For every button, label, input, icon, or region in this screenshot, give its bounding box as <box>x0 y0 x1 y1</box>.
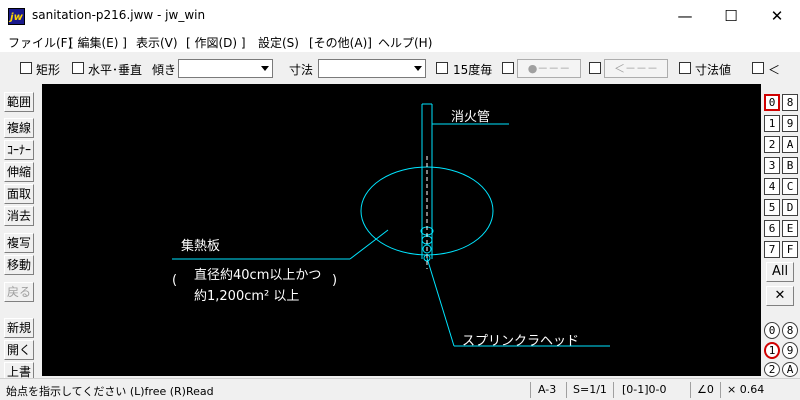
lt-checkbox[interactable] <box>752 62 764 74</box>
layer-9-button[interactable]: 9 <box>782 115 798 132</box>
layer-c-button[interactable]: C <box>782 178 798 195</box>
status-divider <box>566 382 567 398</box>
arrow-line-button[interactable]: ＜－－－ <box>604 59 668 78</box>
hv-label: 水平･垂直 <box>88 63 143 77</box>
layer-cross-button[interactable]: ✕ <box>766 286 794 306</box>
group-a-button[interactable]: A <box>782 362 798 377</box>
tool-chamfer[interactable]: 面取 <box>4 184 34 204</box>
status-divider <box>720 382 721 398</box>
tool-move[interactable]: 移動 <box>4 255 34 275</box>
drawing-svg <box>172 103 610 347</box>
minimize-button[interactable]: — <box>662 0 708 32</box>
layer-3-button[interactable]: 3 <box>764 157 780 174</box>
tool-range[interactable]: 範囲 <box>4 92 34 112</box>
toolbar: 矩形 水平･垂直 傾き 寸法 15度毎 ●－－－ ＜－－－ 寸法値 ＜ <box>0 52 800 84</box>
jw-app-icon[interactable]: jw <box>8 8 25 25</box>
group-1-button[interactable]: 1 <box>764 342 780 359</box>
dimvalue-label: 寸法値 <box>695 63 732 77</box>
note-paren-open: ( <box>172 273 178 288</box>
hv-checkbox[interactable] <box>72 62 84 74</box>
menu-draw[interactable]: [ 作図(D) ] <box>186 34 246 51</box>
tool-undo[interactable]: 戻る <box>4 282 34 302</box>
tool-corner[interactable]: ｺｰﾅｰ <box>4 140 34 160</box>
collector-leader-diagonal <box>349 229 389 260</box>
layer-f-button[interactable]: F <box>782 241 798 258</box>
tool-new[interactable]: 新規 <box>4 318 34 338</box>
status-bar: 始点を指示してください (L)free (R)Read A-3 S=1/1 [0… <box>0 378 800 400</box>
angle-label: 傾き <box>152 63 177 77</box>
layer-0-button[interactable]: 0 <box>764 94 780 111</box>
status-divider <box>690 382 691 398</box>
step15-checkbox[interactable] <box>436 62 448 74</box>
menu-bar: ファイル(F) [ 編集(E) ] 表示(V) [ 作図(D) ] 設定(S) … <box>0 32 800 52</box>
title-bar: jw sanitation-p216.jww - jw_win — ☐ ✕ <box>0 0 800 32</box>
circle-option-checkbox[interactable] <box>502 62 514 74</box>
layer-b-button[interactable]: B <box>782 157 798 174</box>
menu-help[interactable]: ヘルプ(H) <box>378 34 432 51</box>
dimension-combo[interactable] <box>318 59 426 78</box>
layer-1-button[interactable]: 1 <box>764 115 780 132</box>
layer-6-button[interactable]: 6 <box>764 220 780 237</box>
menu-other[interactable]: [その他(A)] <box>309 34 372 51</box>
layer-a-button[interactable]: A <box>782 136 798 153</box>
group-8-button[interactable]: 8 <box>782 322 798 339</box>
layer-2-button[interactable]: 2 <box>764 136 780 153</box>
menu-file[interactable]: ファイル(F) <box>8 34 72 51</box>
tool-erase[interactable]: 消去 <box>4 206 34 226</box>
layer-display[interactable]: [0-1]0-0 <box>622 383 667 396</box>
close-button[interactable]: ✕ <box>754 0 800 32</box>
status-message: 始点を指示してください (L)free (R)Read <box>6 385 214 398</box>
layer-5-button[interactable]: 5 <box>764 199 780 216</box>
tool-open[interactable]: 開く <box>4 340 34 360</box>
note-paren-close: ) <box>332 273 338 288</box>
collector-label: 集熱板 <box>181 239 221 254</box>
tool-copy[interactable]: 複写 <box>4 233 34 253</box>
angle-display[interactable]: ∠0 <box>697 383 714 396</box>
pipe-label: 消火管 <box>451 110 491 125</box>
scale-display[interactable]: S=1/1 <box>573 383 607 396</box>
sprinkler-label: スプリンクラヘッド <box>462 334 580 349</box>
chevron-down-icon <box>261 66 269 71</box>
group-9-button[interactable]: 9 <box>782 342 798 359</box>
sprinkler-leader-diagonal <box>426 257 455 347</box>
dimvalue-checkbox[interactable] <box>679 62 691 74</box>
lt-label: ＜ <box>768 63 781 77</box>
angle-combo[interactable] <box>178 59 273 78</box>
layer-8-button[interactable]: 8 <box>782 94 798 111</box>
rect-checkbox[interactable] <box>20 62 32 74</box>
layer-all-button[interactable]: All <box>766 262 794 282</box>
layer-e-button[interactable]: E <box>782 220 798 237</box>
menu-view[interactable]: 表示(V) <box>136 34 178 51</box>
menu-settings[interactable]: 設定(S) <box>258 34 299 51</box>
status-divider <box>530 382 531 398</box>
arrow-option-checkbox[interactable] <box>589 62 601 74</box>
layer-d-button[interactable]: D <box>782 199 798 216</box>
window-title: sanitation-p216.jww - jw_win <box>32 8 206 22</box>
maximize-button[interactable]: ☐ <box>708 0 754 32</box>
layer-7-button[interactable]: 7 <box>764 241 780 258</box>
tool-parallel[interactable]: 複線 <box>4 118 34 138</box>
menu-edit[interactable]: [ 編集(E) ] <box>69 34 127 51</box>
dimension-label: 寸法 <box>289 63 314 77</box>
zoom-display[interactable]: × 0.64 <box>727 383 764 396</box>
note-line-2: 約1,200cm² 以上 <box>194 289 300 304</box>
chevron-down-icon <box>414 66 422 71</box>
group-0-button[interactable]: 0 <box>764 322 780 339</box>
note-line-1: 直径約40cm以上かつ <box>194 268 322 283</box>
layer-4-button[interactable]: 4 <box>764 178 780 195</box>
rect-label: 矩形 <box>36 63 61 77</box>
paper-size[interactable]: A-3 <box>538 383 556 396</box>
step15-label: 15度毎 <box>453 63 493 77</box>
status-divider <box>613 382 614 398</box>
drawing-canvas[interactable]: 消火管 集熱板 ( 直径約40cm以上かつ 約1,200cm² 以上 ) スプリ… <box>42 84 761 376</box>
circle-line-button[interactable]: ●－－－ <box>517 59 581 78</box>
tool-stretch[interactable]: 伸縮 <box>4 162 34 182</box>
group-2-button[interactable]: 2 <box>764 362 780 377</box>
